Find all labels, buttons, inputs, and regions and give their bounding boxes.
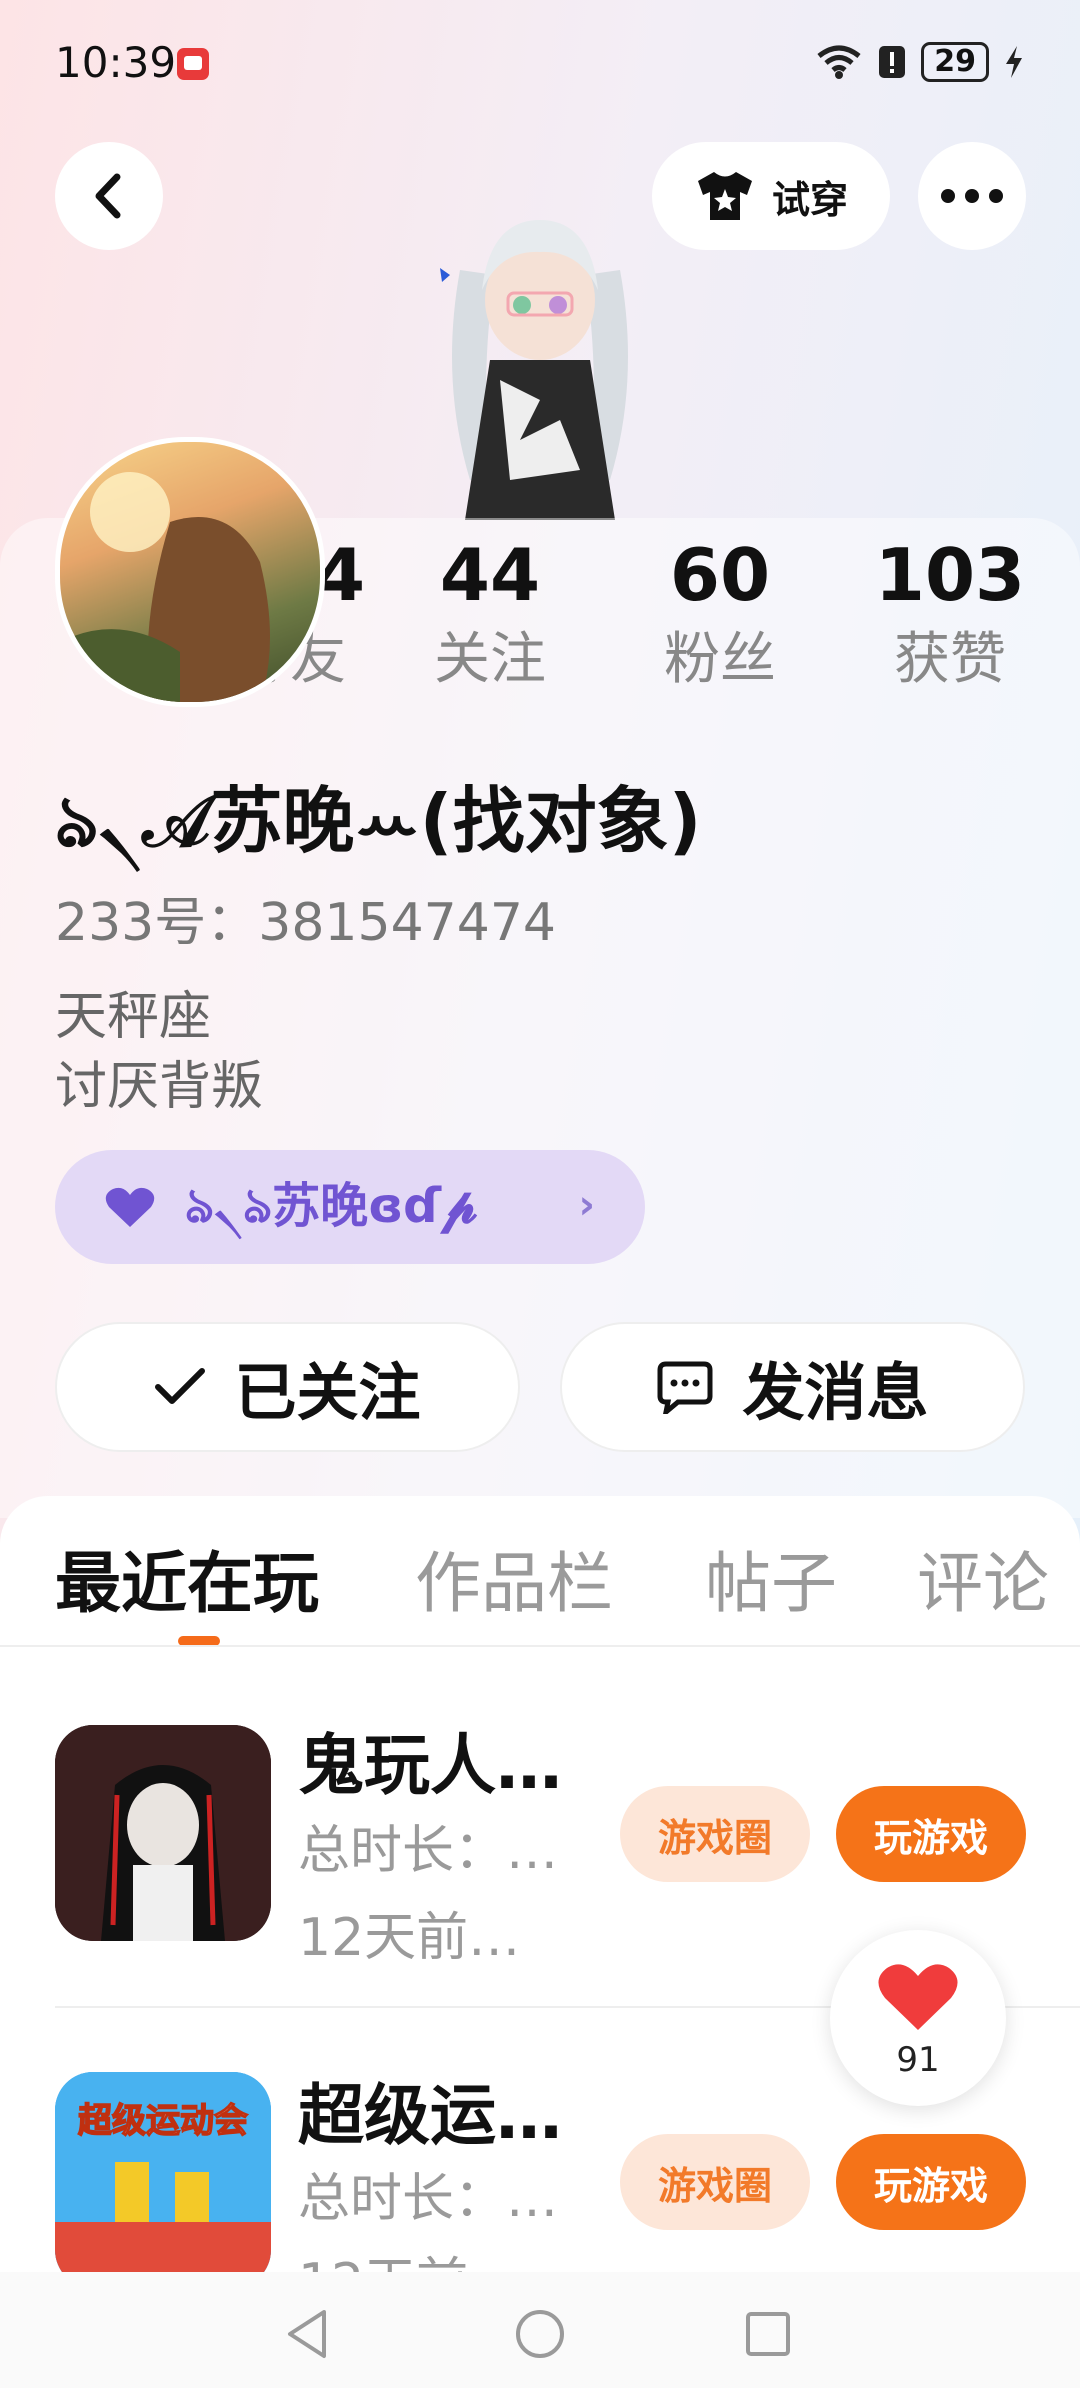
stat-following[interactable]: 44 关注	[390, 518, 590, 700]
stats-row: 804 好友 44 关注 60 粉丝 103 获赞	[190, 518, 1080, 698]
nav-back-icon[interactable]	[284, 2308, 330, 2360]
followed-button[interactable]: 已关注	[55, 1322, 520, 1452]
game-name[interactable]: 鬼玩人…	[298, 1712, 562, 1808]
tab-works[interactable]: 作品栏	[415, 1530, 613, 1626]
stat-label: 粉丝	[664, 627, 776, 692]
play-game-button[interactable]: 玩游戏	[836, 1786, 1026, 1882]
status-bar: 10:39 29	[55, 38, 1025, 98]
heart-group-icon	[105, 1187, 155, 1227]
nav-recents-icon[interactable]	[744, 2310, 792, 2358]
game-icon-ghost[interactable]	[55, 1725, 271, 1941]
stat-likes[interactable]: 103 获赞	[850, 518, 1050, 700]
more-dots-icon	[941, 189, 1003, 203]
stat-fans[interactable]: 60 粉丝	[620, 518, 820, 700]
back-arrow-icon	[95, 173, 121, 219]
try-on-button[interactable]: 试穿	[652, 142, 890, 250]
chat-bubble-icon	[657, 1361, 713, 1414]
game-art	[55, 1725, 271, 1941]
charging-icon	[1006, 46, 1022, 78]
try-on-label: 试穿	[771, 177, 848, 222]
tab-posts[interactable]: 帖子	[705, 1530, 837, 1626]
app-notification-icon	[177, 48, 209, 80]
status-time: 10:39	[55, 38, 177, 87]
game-circle-button[interactable]: 游戏圈	[620, 2134, 810, 2230]
system-nav-bar	[0, 2272, 1080, 2388]
nav-home-icon[interactable]	[514, 2308, 566, 2360]
play-game-button[interactable]: 玩游戏	[836, 2134, 1026, 2230]
like-count: 91	[896, 2040, 940, 2080]
game-last-played: 12天前…	[298, 1908, 521, 1968]
message-label: 发消息	[742, 1356, 929, 1429]
message-button[interactable]: 发消息	[560, 1322, 1025, 1452]
game-icon-sports[interactable]: 超级运动会	[55, 2072, 271, 2288]
game-art: 超级运动会	[55, 2072, 271, 2288]
battery-indicator: 29	[921, 42, 989, 82]
wifi-icon	[817, 45, 861, 79]
user-id[interactable]: 233号：381547474	[55, 880, 556, 955]
group-name: ঌ৲ঌ苏晚ɞɗ𝓹	[185, 1177, 478, 1234]
3d-avatar-figure[interactable]	[420, 180, 660, 520]
bio-line: 天秤座	[55, 987, 212, 1047]
avatar-photo	[60, 472, 270, 702]
stat-label: 关注	[434, 627, 546, 692]
game-name[interactable]: 超级运…	[298, 2062, 562, 2158]
tshirt-icon	[697, 172, 752, 220]
tab-comments[interactable]: 评论	[917, 1530, 1049, 1626]
bio-line: 讨厌背叛	[55, 1057, 264, 1117]
heart-icon	[878, 1964, 958, 2030]
check-icon	[155, 1368, 206, 1404]
chevron-right-icon: ›	[578, 1182, 595, 1228]
more-button[interactable]	[918, 142, 1026, 250]
like-float-button[interactable]: 91	[830, 1930, 1006, 2106]
followed-label: 已关注	[234, 1356, 421, 1429]
stat-number: 60	[669, 533, 771, 617]
game-art-title: 超级运动会	[78, 2101, 248, 2141]
game-duration: 总时长：…	[298, 1821, 559, 1881]
nickname: ঌ৲𝒜苏晚ꕀ(找对象)	[55, 779, 702, 863]
stat-number: 103	[874, 533, 1026, 617]
stat-label: 获赞	[894, 627, 1006, 692]
group-pill[interactable]: ঌ৲ঌ苏晚ɞɗ𝓹 ›	[55, 1150, 645, 1264]
game-duration: 总时长：…	[298, 2169, 559, 2229]
tab-bar: 最近在玩 作品栏 帖子 评论	[55, 1530, 1080, 1630]
back-button[interactable]	[55, 142, 163, 250]
stat-number: 44	[439, 533, 541, 617]
alert-icon	[879, 46, 906, 78]
bio: 天秤座 讨厌背叛	[55, 982, 263, 1122]
tab-divider	[0, 1645, 1080, 1647]
user-avatar[interactable]	[55, 437, 325, 707]
game-circle-button[interactable]: 游戏圈	[620, 1786, 810, 1882]
tab-recently-played[interactable]: 最近在玩	[55, 1530, 319, 1626]
